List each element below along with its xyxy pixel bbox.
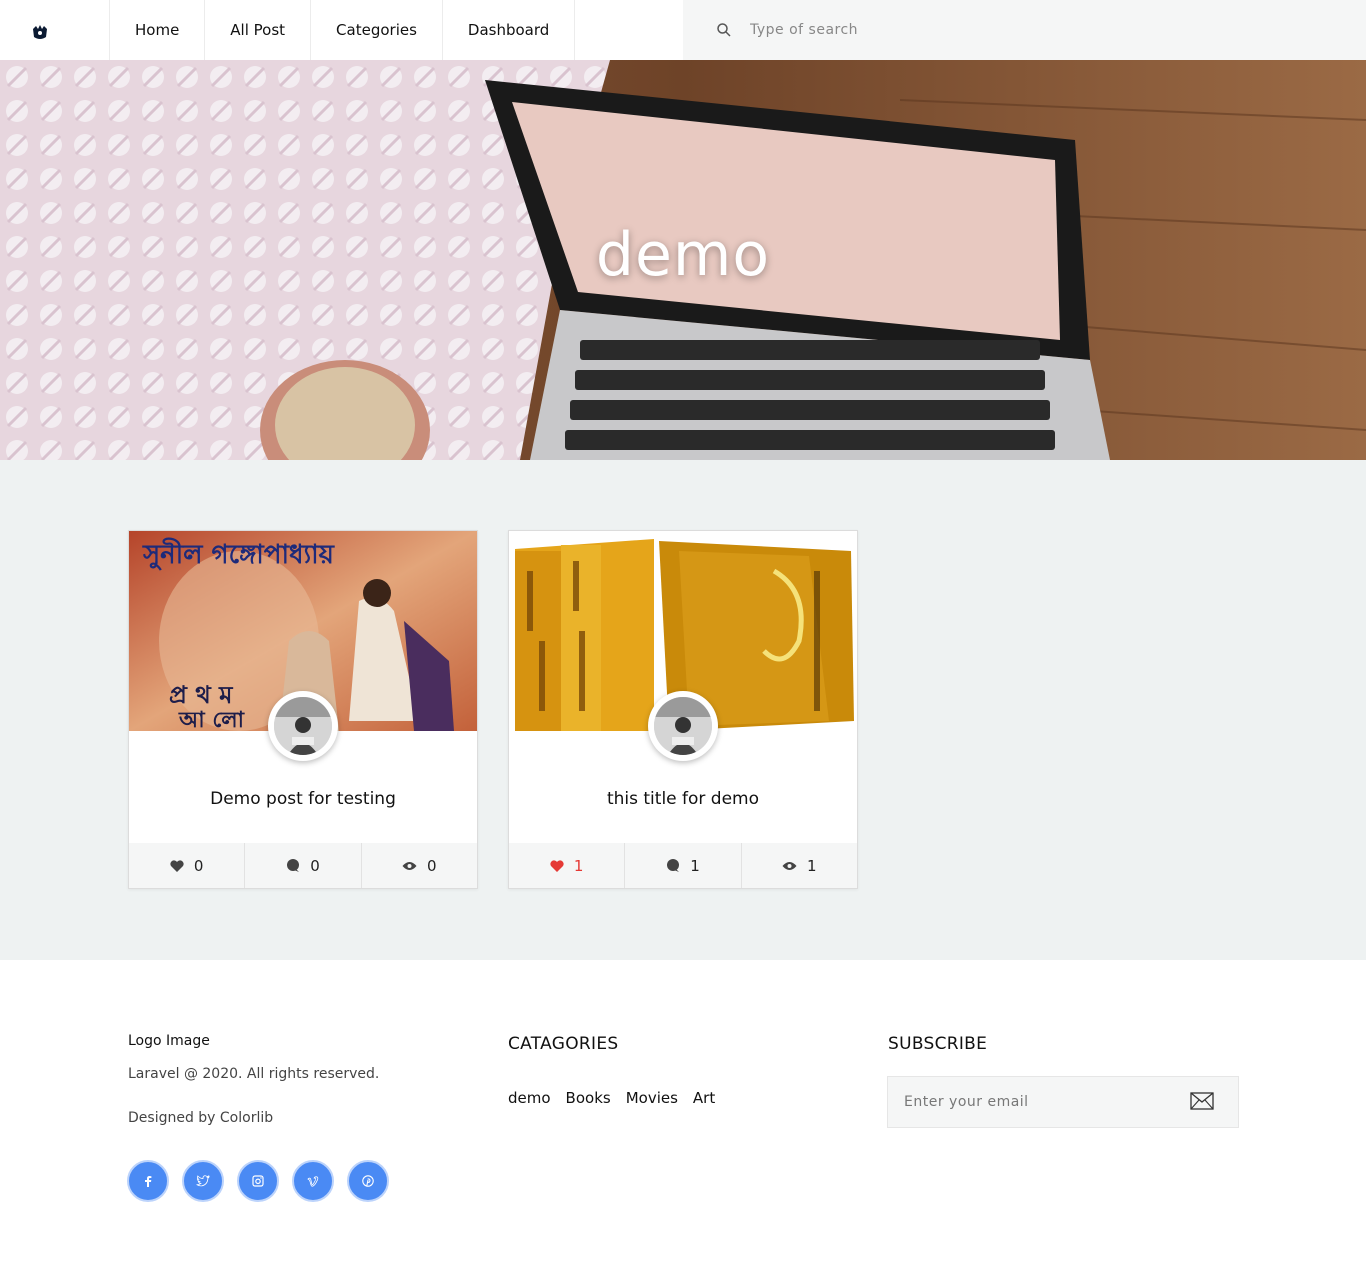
- comments-count: 0: [310, 856, 320, 875]
- navbar: Home All Post Categories Dashboard: [0, 0, 1366, 60]
- eye-icon: [782, 861, 797, 870]
- twitter-icon[interactable]: [182, 1160, 224, 1202]
- facebook-icon[interactable]: [127, 1160, 169, 1202]
- views-count: 1: [807, 856, 817, 875]
- hero-banner: demo: [0, 60, 1366, 460]
- eye-icon: [402, 861, 417, 870]
- comment-icon: [287, 859, 300, 872]
- post-stats: 1 1 1: [509, 843, 857, 888]
- search-bar: [683, 0, 1366, 60]
- nav-categories[interactable]: Categories: [311, 0, 443, 60]
- hero-title: demo: [595, 220, 771, 290]
- category-link-books[interactable]: Books: [566, 1089, 611, 1107]
- instagram-icon[interactable]: [237, 1160, 279, 1202]
- footer-categories: demo Books Movies Art: [508, 1089, 715, 1107]
- post-title[interactable]: Demo post for testing: [129, 789, 477, 809]
- post-card[interactable]: this title for demo 1 1 1: [508, 530, 858, 889]
- social-links: [127, 1160, 389, 1202]
- comments-count: 1: [690, 856, 700, 875]
- heart-icon: [170, 859, 184, 872]
- author-avatar[interactable]: [648, 691, 718, 761]
- email-field[interactable]: [904, 1094, 1174, 1110]
- post-stats: 0 0 0: [129, 843, 477, 888]
- views-count: 0: [427, 856, 437, 875]
- views-stat: 0: [362, 843, 477, 888]
- footer-logo-text: Logo Image: [128, 1033, 210, 1049]
- subscribe-heading: SUBSCRIBE: [888, 1034, 988, 1054]
- category-link-demo[interactable]: demo: [508, 1089, 551, 1107]
- likes-count: 1: [573, 856, 584, 875]
- comment-icon: [667, 859, 680, 872]
- post-title[interactable]: this title for demo: [509, 789, 857, 809]
- views-stat: 1: [742, 843, 857, 888]
- thumb-text-line-2: প্র থ ম: [169, 681, 234, 709]
- comments-stat[interactable]: 0: [245, 843, 362, 888]
- site-logo[interactable]: [0, 0, 110, 60]
- categories-heading: CATAGORIES: [508, 1034, 619, 1054]
- pinterest-icon[interactable]: [347, 1160, 389, 1202]
- footer-copyright: Laravel @ 2020. All rights reserved.: [128, 1066, 380, 1082]
- footer-designed-by: Designed by Colorlib: [128, 1110, 274, 1126]
- category-link-movies[interactable]: Movies: [626, 1089, 678, 1107]
- search-icon[interactable]: [716, 22, 732, 38]
- likes-count: 0: [193, 856, 204, 875]
- nav-dashboard[interactable]: Dashboard: [443, 0, 576, 60]
- likes-stat[interactable]: 1: [509, 843, 626, 888]
- search-input[interactable]: [750, 22, 1150, 38]
- subscribe-form: [887, 1076, 1239, 1128]
- logo-icon: [32, 25, 47, 39]
- nav-home[interactable]: Home: [110, 0, 206, 60]
- vimeo-icon[interactable]: [292, 1160, 334, 1202]
- thumb-text-line-3: আ লো: [178, 708, 246, 731]
- mail-icon[interactable]: [1190, 1092, 1214, 1110]
- footer: Logo Image Laravel @ 2020. All rights re…: [0, 960, 1366, 1271]
- posts-section: সুনীল গঙ্গোপাধ্যায় প্র থ ম আ লো Demo po…: [0, 460, 1366, 960]
- likes-stat[interactable]: 0: [129, 843, 246, 888]
- category-link-art[interactable]: Art: [693, 1089, 715, 1107]
- comments-stat[interactable]: 1: [625, 843, 742, 888]
- thumb-title-text: সুনীল গঙ্গোপাধ্যায়: [142, 537, 336, 571]
- post-card[interactable]: সুনীল গঙ্গোপাধ্যায় প্র থ ম আ লো Demo po…: [128, 530, 478, 889]
- author-avatar[interactable]: [268, 691, 338, 761]
- nav-all-post[interactable]: All Post: [205, 0, 312, 60]
- heart-icon: [550, 859, 564, 872]
